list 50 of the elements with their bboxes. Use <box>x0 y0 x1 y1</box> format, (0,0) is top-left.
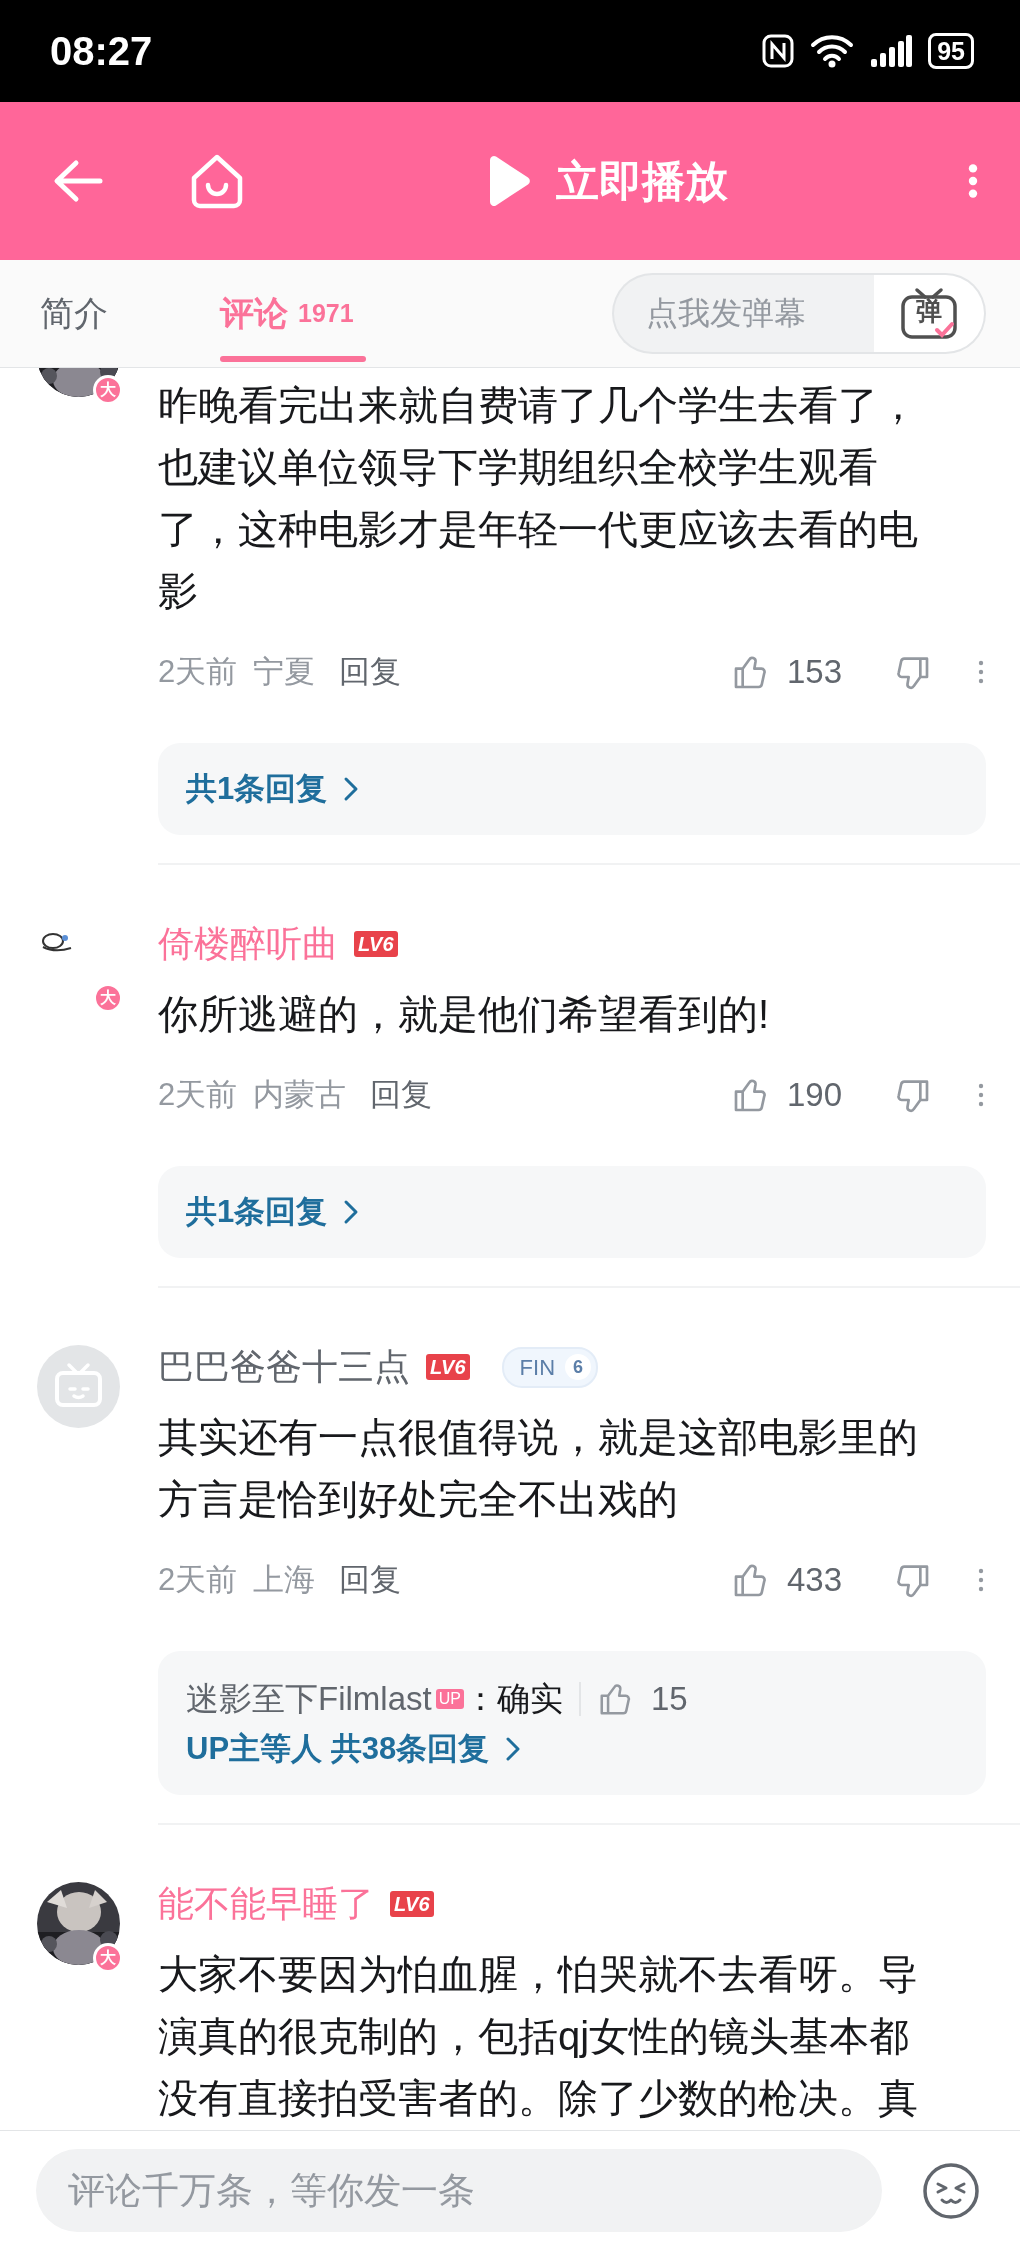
medal-rank: 6 <box>565 1354 592 1380</box>
comment-location: 上海 <box>253 1560 316 1599</box>
chevron-right-icon <box>505 1736 522 1762</box>
level-badge: LV6 <box>426 1354 470 1380</box>
replies-panel[interactable]: 共1条回复 <box>158 1166 986 1258</box>
reply-like-count: 15 <box>650 1679 688 1719</box>
level-badge: LV6 <box>354 931 398 957</box>
vip-badge: 大 <box>93 1943 123 1973</box>
comment-time: 2天前 <box>158 1075 238 1114</box>
signal-icon <box>870 35 913 67</box>
replies-summary[interactable]: UP主等人 共38条回复 <box>186 1725 490 1773</box>
reply-button[interactable]: 回复 <box>339 648 402 696</box>
user-name[interactable]: 能不能早睡了 <box>158 1882 374 1926</box>
comment-text: 你所逃避的，就是他们希望看到的! <box>158 991 771 1038</box>
comment-text: 其实还有一点很值得说，就是这部电影里的方言是恰到好处完全不出戏的 <box>158 1414 919 1523</box>
comment-time: 2天前 <box>158 652 238 691</box>
default-avatar-icon <box>37 1345 120 1428</box>
play-now-button[interactable]: 立即播放 <box>484 148 728 214</box>
up-tag: UP <box>435 1689 464 1709</box>
reply-button[interactable]: 回复 <box>370 1071 433 1119</box>
level-badge: LV6 <box>390 1891 434 1917</box>
comment-location: 内蒙古 <box>253 1075 347 1114</box>
back-arrow-icon[interactable] <box>52 159 104 203</box>
comment-input[interactable]: 评论千万条，等你发一条 <box>36 2149 882 2232</box>
tab[interactable]: 简介 <box>40 259 108 368</box>
emoji-icon[interactable] <box>922 2161 980 2220</box>
vip-badge: 大 <box>93 375 123 405</box>
wifi-icon <box>810 34 855 68</box>
reply-user[interactable]: 迷影至下Filmlast <box>186 1673 432 1725</box>
chevron-right-icon <box>343 1199 360 1225</box>
replies-summary[interactable]: 共1条回复 <box>186 1188 328 1236</box>
user-name[interactable]: 倚楼醉听曲 <box>158 922 338 966</box>
comment-text: 昨晚看完出来就自费请了几个学生去看了，也建议单位领导下学期组织全校学生观看了，这种电影才是年轻一代更应该去看的电影 <box>158 382 919 615</box>
comment-location: 宁夏 <box>253 652 316 691</box>
comment-time: 2天前 <box>158 1560 238 1599</box>
like-count: 153 <box>786 652 842 693</box>
medal-label: FIN <box>519 1353 556 1382</box>
replies-summary[interactable]: 共1条回复 <box>186 765 328 813</box>
comment-text: 大家不要因为怕血腥，怕哭就不去看呀。导演真的很克制的，包括qj女性的镜头基本都没有直接拍受害者的。除了少数的枪决。真 <box>158 1951 919 2122</box>
chevron-right-icon <box>343 776 360 802</box>
reply-text: ：确实 <box>463 1679 563 1719</box>
replies-panel[interactable]: 共1条回复 <box>158 743 986 835</box>
battery-indicator: 95 <box>928 33 974 69</box>
user-name[interactable]: 巴巴爸爸十三点 <box>158 1345 410 1389</box>
reply-button[interactable]: 回复 <box>339 1556 402 1604</box>
like-count: 190 <box>786 1075 842 1116</box>
clock-time: 08:27 <box>50 28 153 75</box>
like-count: 433 <box>786 1560 842 1601</box>
nfc-icon <box>762 34 795 68</box>
vip-badge: 大 <box>93 983 123 1013</box>
